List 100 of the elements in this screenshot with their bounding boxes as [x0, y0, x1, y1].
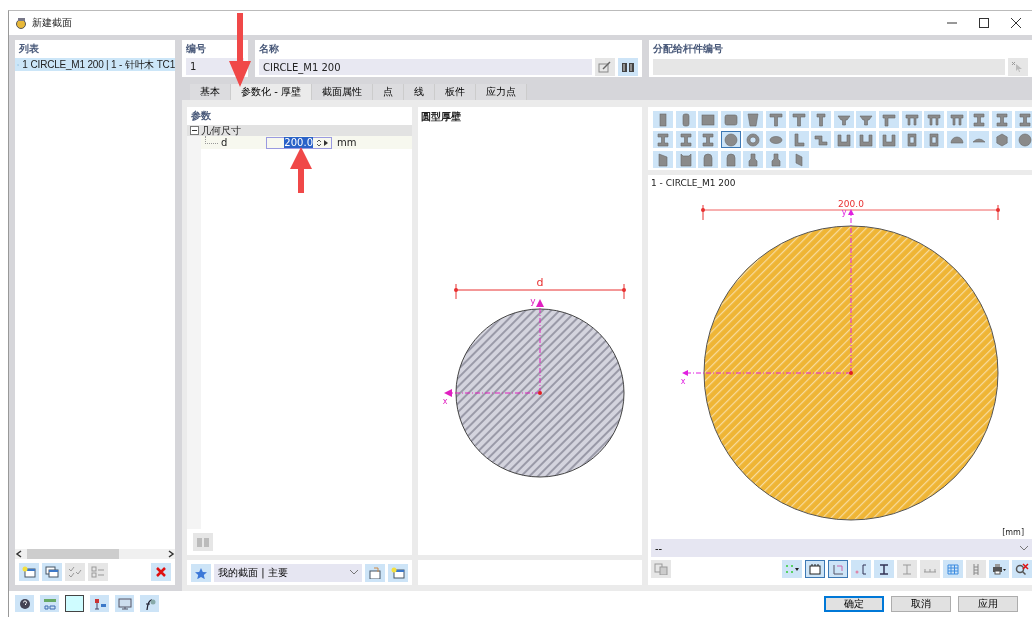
axis-label: x	[680, 377, 686, 386]
book-icon	[621, 61, 635, 73]
value-spinner[interactable]: 200.0	[266, 136, 332, 149]
units-button[interactable]	[40, 595, 59, 612]
filter-button[interactable]	[90, 595, 109, 612]
section-shape-button[interactable]	[743, 151, 764, 168]
section-shape-button[interactable]	[765, 111, 786, 128]
section-shape-button[interactable]	[833, 131, 854, 148]
favorite-button[interactable]	[191, 563, 211, 582]
dialog-button[interactable]: 应用	[958, 595, 1018, 612]
section-shape-button[interactable]	[720, 151, 741, 168]
section-shape-button[interactable]	[653, 131, 673, 148]
section-shape-button[interactable]	[811, 131, 832, 148]
scrollbar-thumb[interactable]	[27, 549, 119, 559]
section-shape-button[interactable]	[991, 131, 1012, 148]
tab[interactable]: 截面属性	[311, 84, 373, 100]
reset-view-button[interactable]	[1012, 560, 1032, 578]
axes-button[interactable]	[828, 560, 848, 578]
tab[interactable]: 参数化 - 厚壁	[231, 84, 312, 100]
dimension-button[interactable]	[851, 560, 871, 578]
list-item[interactable]: 1 CIRCLE_M1 200 | 1 - 针叶木 TC1	[15, 58, 175, 71]
uncheck-button[interactable]	[88, 563, 108, 581]
grid-icon	[946, 563, 960, 575]
collapse-icon[interactable]	[190, 126, 199, 135]
shape-icon	[678, 152, 693, 167]
copy-section-button[interactable]	[42, 563, 62, 581]
scroll-right-icon[interactable]	[167, 550, 175, 558]
dimension-label: 200.0	[838, 199, 864, 209]
tab[interactable]: 线	[403, 84, 435, 100]
section-shape-button[interactable]	[946, 111, 967, 128]
section-shape-button[interactable]	[743, 111, 764, 128]
delete-button[interactable]	[151, 563, 171, 581]
section-shape-button[interactable]	[856, 131, 877, 148]
section-shape-button[interactable]	[743, 131, 764, 148]
section-shape-button[interactable]	[856, 111, 877, 128]
section-shape-button[interactable]	[901, 131, 922, 148]
tab[interactable]: 板件	[434, 84, 476, 100]
section-shape-button[interactable]	[811, 111, 832, 128]
section-shape-button[interactable]	[901, 111, 922, 128]
grid-button[interactable]	[943, 560, 963, 578]
section-shape-button[interactable]	[653, 151, 673, 168]
section-shape-button[interactable]	[969, 131, 990, 148]
section-shape-button[interactable]	[698, 131, 719, 148]
function-button[interactable]	[140, 595, 159, 612]
section-shape-button[interactable]	[675, 151, 696, 168]
tab[interactable]: 应力点	[475, 84, 527, 100]
import-button[interactable]	[388, 563, 408, 582]
dialog-button[interactable]: 确定	[824, 595, 884, 612]
section-shape-button[interactable]	[788, 151, 809, 168]
section-shape-button[interactable]	[946, 131, 967, 148]
section-shape-button[interactable]	[653, 111, 673, 128]
tab[interactable]: 基本	[190, 84, 231, 100]
section-shape-button[interactable]	[675, 131, 696, 148]
section-shape-button[interactable]	[1014, 111, 1032, 128]
section-shape-button[interactable]	[878, 111, 899, 128]
section-shape-button[interactable]	[720, 111, 741, 128]
checklist-icon	[91, 566, 105, 578]
export-button[interactable]	[365, 563, 385, 582]
spin-arrows-icon[interactable]	[316, 138, 328, 147]
color-button[interactable]	[65, 595, 84, 612]
view-dropdown[interactable]: --	[651, 539, 1032, 557]
section-shape-button[interactable]	[698, 111, 719, 128]
section-shape-button[interactable]	[788, 131, 809, 148]
section-shape-button[interactable]	[1014, 131, 1032, 148]
shape-icon	[859, 112, 874, 127]
scroll-left-icon[interactable]	[15, 550, 23, 558]
ibeam-button[interactable]	[874, 560, 894, 578]
tab[interactable]: 点	[372, 84, 404, 100]
help-button[interactable]	[15, 595, 34, 612]
axis-label: y	[841, 208, 847, 217]
shape-icon	[723, 132, 738, 147]
section-shape-button[interactable]	[675, 111, 696, 128]
section-shape-button[interactable]	[833, 111, 854, 128]
section-shape-button[interactable]	[924, 131, 945, 148]
name-field[interactable]: CIRCLE_M1 200	[259, 59, 592, 75]
shape-icon	[1017, 112, 1032, 127]
section-shape-button[interactable]	[720, 131, 741, 148]
dialog-button[interactable]: 取消	[891, 595, 951, 612]
section-shape-button[interactable]	[878, 131, 899, 148]
book-icon	[196, 536, 210, 548]
section-shape-button[interactable]	[765, 131, 786, 148]
section-shape-button[interactable]	[924, 111, 945, 128]
shape-icon	[994, 112, 1009, 127]
new-section-button[interactable]	[19, 563, 39, 581]
library-button[interactable]	[618, 58, 638, 76]
shape-icon	[723, 152, 738, 167]
display-button[interactable]	[115, 595, 134, 612]
tree-group-label: 几何尺寸	[201, 123, 241, 138]
section-shape-button[interactable]	[991, 111, 1012, 128]
section-shape-button[interactable]	[969, 111, 990, 128]
pencil-icon	[598, 61, 612, 73]
section-shape-button[interactable]	[698, 151, 719, 168]
field-label: 名称	[259, 42, 280, 56]
section-view-button[interactable]	[805, 560, 825, 578]
print-button[interactable]	[989, 560, 1009, 578]
check-button[interactable]	[65, 563, 85, 581]
section-shape-button[interactable]	[765, 151, 786, 168]
section-shape-button[interactable]	[788, 111, 809, 128]
member-field[interactable]	[653, 59, 1005, 75]
section-dropdown[interactable]: 我的截面 | 主要	[214, 563, 362, 582]
